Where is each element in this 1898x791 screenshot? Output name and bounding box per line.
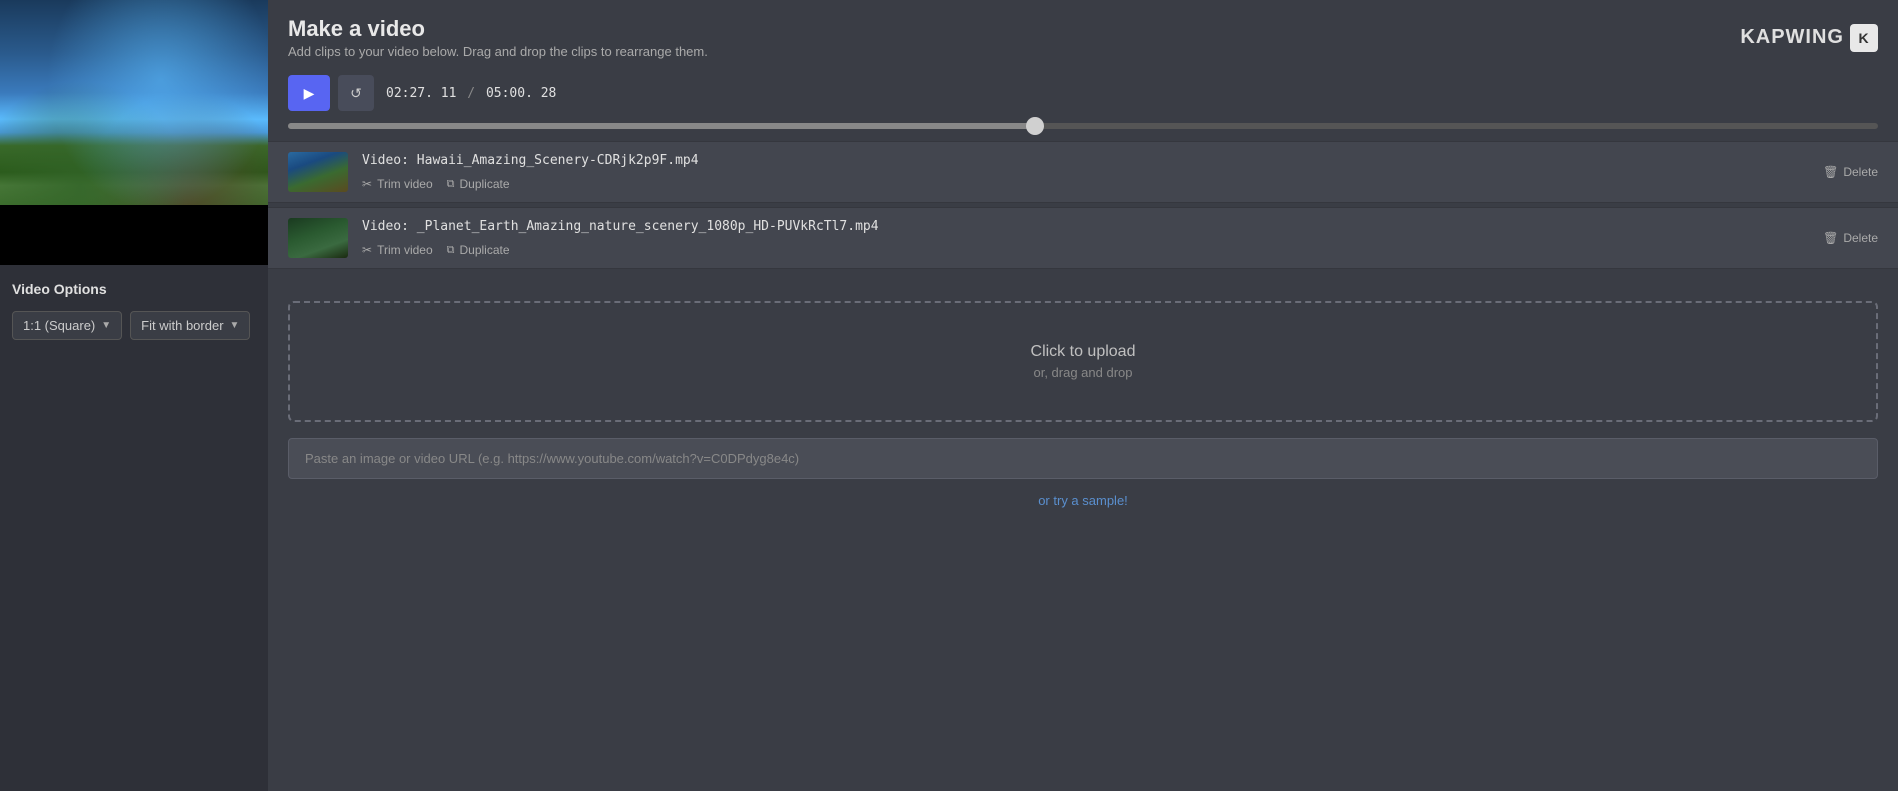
- fit-mode-label: Fit with border: [141, 318, 223, 333]
- logo-box: K: [1850, 24, 1878, 52]
- total-time: 05:00. 28: [486, 86, 556, 101]
- clips-area: Video: Hawaii_Amazing_Scenery-CDRjk2p9F.…: [268, 133, 1898, 281]
- duplicate-label: Duplicate: [460, 177, 510, 191]
- video-options-panel: Video Options 1:1 (Square) ▼ Fit with bo…: [0, 265, 268, 356]
- preview-bottom-bar: [0, 205, 268, 265]
- delete-clip-button[interactable]: Delete: [1823, 165, 1878, 179]
- logo-icon: K: [1858, 30, 1869, 46]
- copy-icon: [447, 176, 455, 191]
- current-time: 02:27. 11: [386, 86, 456, 101]
- sidebar: Video Options 1:1 (Square) ▼ Fit with bo…: [0, 0, 268, 791]
- aspect-ratio-label: 1:1 (Square): [23, 318, 95, 333]
- fit-mode-dropdown[interactable]: Fit with border ▼: [130, 311, 250, 340]
- trim-video-button[interactable]: Trim video: [362, 176, 433, 191]
- duplicate-button[interactable]: Duplicate: [447, 176, 510, 191]
- progress-bar-container[interactable]: [268, 119, 1898, 129]
- clip-name: Video: Hawaii_Amazing_Scenery-CDRjk2p9F.…: [362, 153, 1809, 168]
- restart-button[interactable]: ↺: [338, 75, 374, 111]
- video-options-title: Video Options: [12, 281, 256, 297]
- aspect-ratio-chevron-icon: ▼: [101, 320, 111, 331]
- clip-info: Video: _Planet_Earth_Amazing_nature_scen…: [362, 219, 1809, 257]
- topbar: Make a video Add clips to your video bel…: [268, 0, 1898, 67]
- time-display: 02:27. 11 / 05:00. 28: [386, 86, 556, 101]
- main-content: Make a video Add clips to your video bel…: [268, 0, 1898, 791]
- kapwing-logo: KAPWING K: [1740, 24, 1878, 52]
- progress-bar-fill: [288, 123, 1035, 129]
- scissors-icon: [362, 177, 372, 191]
- upload-section: Click to upload or, drag and drop or try…: [268, 281, 1898, 528]
- url-input[interactable]: [288, 438, 1878, 479]
- delete-clip-button[interactable]: Delete: [1823, 231, 1878, 245]
- topbar-left: Make a video Add clips to your video bel…: [288, 16, 708, 59]
- trim-label: Trim video: [377, 243, 433, 257]
- upload-main-text: Click to upload: [310, 343, 1856, 361]
- trim-video-button[interactable]: Trim video: [362, 242, 433, 257]
- clip-name: Video: _Planet_Earth_Amazing_nature_scen…: [362, 219, 1809, 234]
- clip-thumbnail: [288, 218, 348, 258]
- clip-info: Video: Hawaii_Amazing_Scenery-CDRjk2p9F.…: [362, 153, 1809, 191]
- clip-actions: Trim video Duplicate: [362, 242, 1809, 257]
- upload-dropzone[interactable]: Click to upload or, drag and drop: [288, 301, 1878, 422]
- video-options-controls: 1:1 (Square) ▼ Fit with border ▼: [12, 311, 256, 340]
- page-title: Make a video: [288, 16, 708, 42]
- clip-item: Video: Hawaii_Amazing_Scenery-CDRjk2p9F.…: [268, 141, 1898, 203]
- trash-icon: [1823, 231, 1838, 245]
- page-subtitle: Add clips to your video below. Drag and …: [288, 44, 708, 59]
- try-sample-link[interactable]: or try a sample!: [288, 493, 1878, 508]
- video-preview: [0, 0, 268, 265]
- duplicate-label: Duplicate: [460, 243, 510, 257]
- clip-item: Video: _Planet_Earth_Amazing_nature_scen…: [268, 207, 1898, 269]
- fit-mode-chevron-icon: ▼: [230, 320, 240, 331]
- play-button[interactable]: ▶: [288, 75, 330, 111]
- restart-icon: ↺: [350, 85, 362, 102]
- clip-thumbnail: [288, 152, 348, 192]
- duplicate-button[interactable]: Duplicate: [447, 242, 510, 257]
- time-separator: /: [467, 86, 475, 101]
- aspect-ratio-dropdown[interactable]: 1:1 (Square) ▼: [12, 311, 122, 340]
- progress-handle[interactable]: [1026, 117, 1044, 135]
- delete-label: Delete: [1843, 165, 1878, 179]
- play-icon: ▶: [304, 85, 315, 102]
- progress-bar-track[interactable]: [288, 123, 1878, 129]
- trim-label: Trim video: [377, 177, 433, 191]
- upload-sub-text: or, drag and drop: [310, 365, 1856, 380]
- player-controls: ▶ ↺ 02:27. 11 / 05:00. 28: [268, 67, 1898, 119]
- copy-icon: [447, 242, 455, 257]
- clip-actions: Trim video Duplicate: [362, 176, 1809, 191]
- trash-icon: [1823, 165, 1838, 179]
- delete-label: Delete: [1843, 231, 1878, 245]
- logo-text: KAPWING: [1740, 26, 1844, 49]
- scissors-icon: [362, 243, 372, 257]
